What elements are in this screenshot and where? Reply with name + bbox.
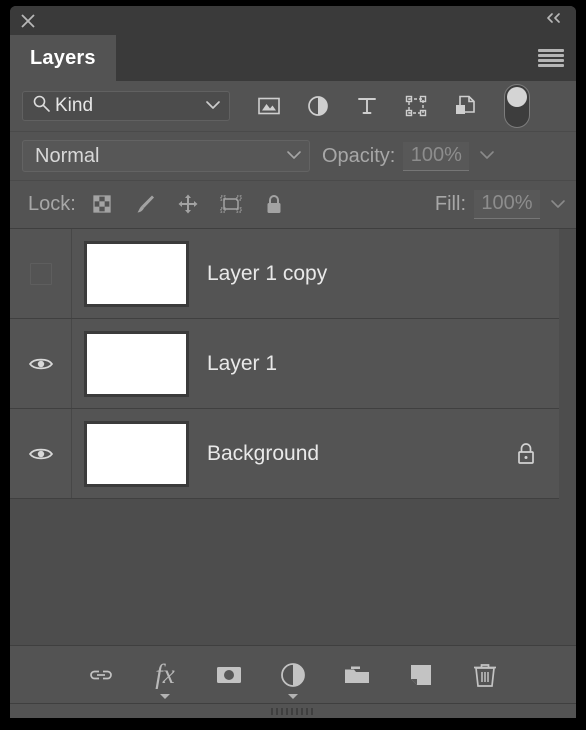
layer-style-fx-button[interactable]: fx [148, 658, 182, 699]
lock-buttons [90, 192, 288, 218]
delete-layer-button[interactable] [468, 658, 502, 692]
tab-layers[interactable]: Layers [10, 35, 116, 81]
adjustment-layer-filter-icon[interactable] [305, 93, 331, 119]
new-adjustment-layer-button[interactable] [276, 658, 310, 699]
layer-panel-toolbar: fx [10, 645, 576, 703]
layer-name: Layer 1 [207, 351, 278, 375]
table-row[interactable]: Layer 1 [10, 319, 559, 409]
filter-kind-label: Kind [55, 95, 94, 116]
layer-thumbnail[interactable] [84, 420, 189, 487]
link-layers-button[interactable] [84, 658, 118, 692]
blend-mode-bar: Normal Opacity: 100% [10, 131, 576, 180]
opacity-input[interactable]: 100% [403, 141, 470, 171]
chevron-down-icon[interactable] [286, 147, 302, 165]
layer-visibility-toggle[interactable] [10, 319, 72, 408]
layers-panel: Layers Kind Normal Opacity: 100% Lock: F… [10, 6, 576, 718]
eye-icon [28, 445, 54, 463]
layer-list: Layer 1 copy Layer 1 Background [10, 228, 576, 645]
layer-visibility-toggle[interactable] [10, 409, 72, 498]
new-layer-button[interactable] [404, 658, 438, 692]
caret-down-icon [288, 693, 298, 699]
layer-locked-padlock-icon[interactable] [515, 441, 537, 467]
blend-mode-select[interactable]: Normal [22, 140, 310, 172]
layer-name: Layer 1 copy [207, 261, 328, 285]
fill-chevron-down-icon[interactable] [550, 196, 566, 214]
lock-transparent-pixels-icon[interactable] [90, 192, 116, 218]
add-layer-mask-button[interactable] [212, 658, 246, 692]
table-row[interactable]: Background [10, 409, 559, 499]
panel-menu-hamburger-icon[interactable] [538, 49, 564, 67]
lock-all-padlock-icon[interactable] [262, 192, 288, 218]
panel-titlebar [10, 6, 576, 35]
caret-down-icon [160, 693, 170, 699]
chevron-down-icon[interactable] [205, 97, 221, 115]
close-icon[interactable] [19, 12, 37, 30]
layer-visibility-toggle[interactable] [10, 229, 72, 318]
fill-input[interactable]: 100% [474, 190, 540, 219]
layer-thumbnail[interactable] [84, 240, 189, 307]
fill-control: Fill: 100% [435, 190, 566, 219]
opacity-control: Opacity: 100% [322, 141, 495, 171]
layer-name: Background [207, 441, 320, 465]
fill-label: Fill: [434, 193, 466, 215]
grip-lines-icon [271, 707, 315, 715]
tab-layers-label: Layers [30, 46, 96, 69]
layer-type-filters [256, 93, 478, 119]
opacity-label: Opacity: [322, 144, 396, 167]
shape-layer-filter-icon[interactable] [403, 93, 429, 119]
opacity-chevron-down-icon[interactable] [479, 147, 495, 165]
type-layer-filter-icon[interactable] [354, 93, 380, 119]
lock-bar: Lock: Fill: 100% [10, 180, 576, 228]
lock-artboard-nesting-icon[interactable] [219, 192, 245, 218]
lock-position-move-icon[interactable] [176, 192, 202, 218]
pixel-layer-filter-icon[interactable] [256, 93, 282, 119]
lock-label: Lock: [28, 193, 76, 215]
visibility-off-checkbox-icon [29, 262, 52, 285]
eye-icon [28, 355, 54, 373]
table-row[interactable]: Layer 1 copy [10, 229, 559, 319]
filter-enable-toggle[interactable] [504, 84, 530, 128]
new-group-button[interactable] [340, 658, 374, 692]
collapse-panel-icon[interactable] [543, 11, 565, 29]
lock-image-pixels-brush-icon[interactable] [133, 192, 159, 218]
panel-tabstrip: Layers [10, 35, 576, 81]
fx-label: fx [155, 659, 175, 689]
search-icon [32, 94, 51, 118]
panel-resize-grip[interactable] [10, 703, 576, 718]
blend-mode-value: Normal [35, 144, 100, 167]
layer-thumbnail[interactable] [84, 330, 189, 397]
layer-filter-bar: Kind [10, 81, 576, 131]
layer-list-scrollbar[interactable] [559, 229, 576, 645]
filter-kind-select[interactable]: Kind [22, 91, 230, 121]
toggle-knob [507, 87, 527, 107]
smart-object-filter-icon[interactable] [452, 93, 478, 119]
